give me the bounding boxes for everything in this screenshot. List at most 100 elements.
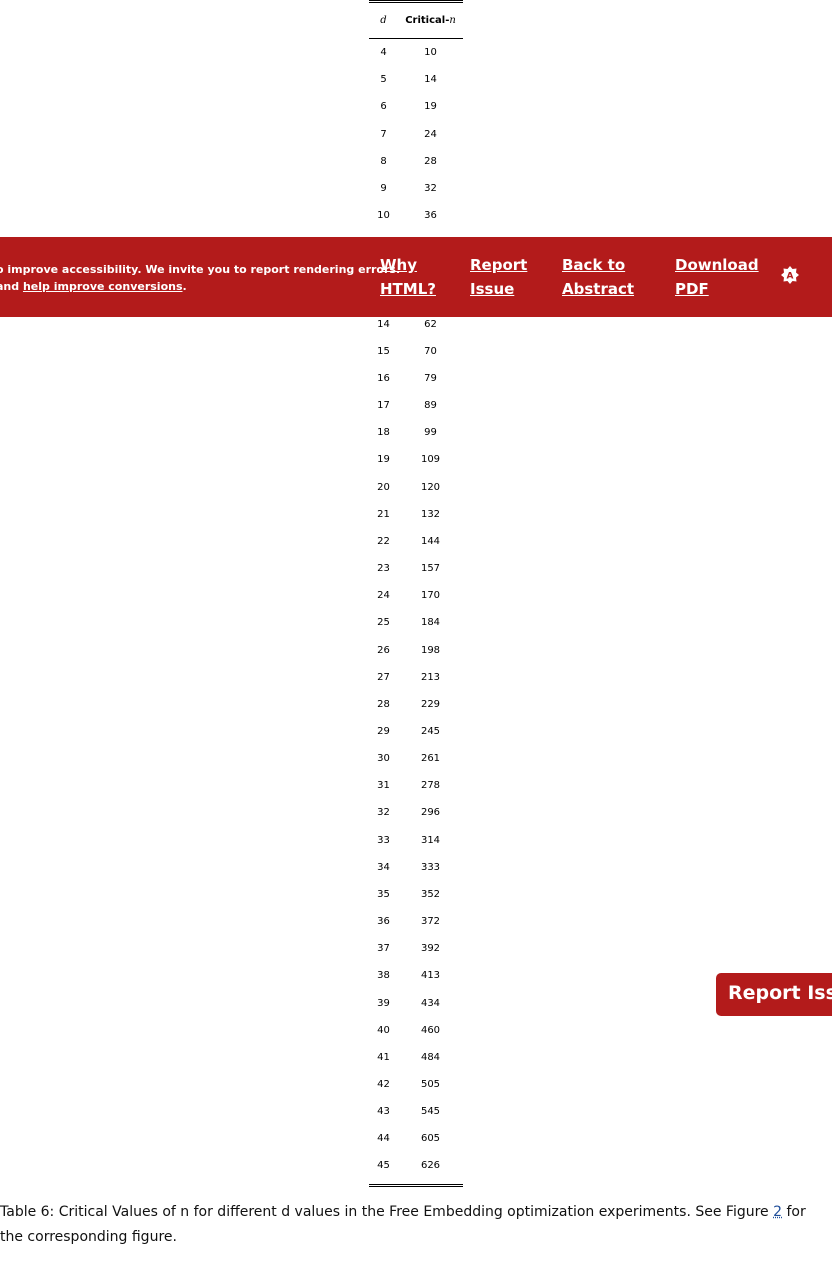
- cell-d: 32: [377, 807, 390, 819]
- cell-critical-n: 484: [420, 1051, 441, 1063]
- cell-critical-n: 352: [420, 888, 441, 900]
- cell-d: 10: [377, 210, 390, 222]
- cell-d: 19: [377, 454, 390, 466]
- help-improve-conversions-link[interactable]: help improve conversions: [23, 280, 183, 293]
- table-row: 6 19: [369, 93, 463, 120]
- cell-critical-n: 333: [420, 861, 441, 873]
- table-row: 43 545: [369, 1098, 463, 1125]
- figure-2-link[interactable]: 2: [773, 1204, 782, 1220]
- cell-critical-n: 79: [424, 372, 437, 384]
- critical-values-table: d Critical-n 410514619724828932103611421…: [369, 0, 463, 1187]
- back-to-abstract-link[interactable]: Back to Abstract: [562, 253, 634, 301]
- cell-d: 37: [377, 943, 390, 955]
- table-row: 16 79: [369, 365, 463, 392]
- cell-d: 20: [377, 481, 390, 493]
- table-row: 25 184: [369, 609, 463, 636]
- table-row: 33 314: [369, 827, 463, 854]
- table-row: 35 352: [369, 881, 463, 908]
- report-issue-link[interactable]: Report Issue: [470, 253, 527, 301]
- cell-d: 34: [377, 861, 390, 873]
- cell-critical-n: 278: [420, 780, 441, 792]
- cell-critical-n: 314: [420, 834, 441, 846]
- why-html-link[interactable]: Why HTML?: [380, 253, 436, 301]
- table-row: 38 413: [369, 962, 463, 989]
- cell-critical-n: 24: [424, 128, 437, 140]
- cell-d: 14: [377, 318, 390, 330]
- cell-d: 16: [377, 372, 390, 384]
- cell-critical-n: 99: [424, 427, 437, 439]
- cell-d: 4: [380, 47, 387, 59]
- table-row: 20 120: [369, 474, 463, 501]
- table-row: 44 605: [369, 1125, 463, 1152]
- cell-d: 29: [377, 725, 390, 737]
- table-row: 41 484: [369, 1044, 463, 1071]
- cell-critical-n: 70: [424, 345, 437, 357]
- cell-critical-n: 372: [420, 916, 441, 928]
- cell-d: 30: [377, 753, 390, 765]
- table-row: 31 278: [369, 772, 463, 799]
- cell-critical-n: 144: [420, 535, 441, 547]
- table-row: 27 213: [369, 664, 463, 691]
- table-row: 45 626: [369, 1152, 463, 1179]
- cell-critical-n: 229: [420, 698, 441, 710]
- table-row: 22 144: [369, 528, 463, 555]
- table-bottom-rule: [369, 1180, 463, 1187]
- table-row: 7 24: [369, 120, 463, 147]
- cell-critical-n: 605: [420, 1133, 441, 1145]
- table-row: 10 36: [369, 202, 463, 229]
- svg-text:A: A: [787, 272, 794, 282]
- cell-critical-n: 198: [420, 644, 441, 656]
- accessibility-banner: o improve accessibility. We invite you t…: [0, 237, 832, 317]
- cell-critical-n: 10: [424, 47, 437, 59]
- cell-critical-n: 460: [420, 1024, 441, 1036]
- cell-d: 41: [377, 1051, 390, 1063]
- table-row: 24 170: [369, 582, 463, 609]
- table-body: 4105146197248289321036114212481355146215…: [369, 39, 463, 1180]
- cell-d: 15: [377, 345, 390, 357]
- cell-d: 33: [377, 834, 390, 846]
- banner-message: o improve accessibility. We invite you t…: [0, 261, 400, 295]
- cell-d: 23: [377, 563, 390, 575]
- table-row: 4 10: [369, 39, 463, 66]
- table-row: 32 296: [369, 799, 463, 826]
- cell-critical-n: 261: [420, 753, 441, 765]
- cell-critical-n: 545: [420, 1106, 441, 1118]
- cell-d: 9: [380, 182, 387, 194]
- cell-critical-n: 184: [420, 617, 441, 629]
- cell-d: 21: [377, 508, 390, 520]
- table-row: 19 109: [369, 446, 463, 473]
- cell-critical-n: 89: [424, 400, 437, 412]
- cell-d: 44: [377, 1133, 390, 1145]
- cell-d: 28: [377, 698, 390, 710]
- cell-d: 17: [377, 400, 390, 412]
- cell-d: 18: [377, 427, 390, 439]
- cell-d: 35: [377, 888, 390, 900]
- cell-critical-n: 434: [420, 997, 441, 1009]
- table-row: 8 28: [369, 148, 463, 175]
- cell-d: 22: [377, 535, 390, 547]
- report-issue-floating-button[interactable]: Report Issue: [716, 973, 832, 1016]
- cell-d: 7: [380, 128, 387, 140]
- cell-d: 24: [377, 590, 390, 602]
- banner-message-line1: o improve accessibility. We invite you t…: [0, 263, 401, 276]
- cell-critical-n: 36: [424, 210, 437, 222]
- table-row: 30 261: [369, 745, 463, 772]
- cell-critical-n: 296: [420, 807, 441, 819]
- download-pdf-link[interactable]: Download PDF: [675, 253, 759, 301]
- cell-d: 25: [377, 617, 390, 629]
- table-row: 15 70: [369, 338, 463, 365]
- banner-message-line2: and help improve conversions.: [0, 280, 187, 293]
- cell-critical-n: 14: [424, 74, 437, 86]
- cell-d: 40: [377, 1024, 390, 1036]
- cell-critical-n: 109: [420, 454, 441, 466]
- cell-d: 5: [380, 74, 387, 86]
- cell-critical-n: 213: [420, 671, 441, 683]
- table-row: 34 333: [369, 854, 463, 881]
- table-row: 29 245: [369, 718, 463, 745]
- table-header: d Critical-n: [369, 3, 463, 39]
- theme-toggle-icon[interactable]: A: [780, 265, 800, 285]
- cell-d: 45: [377, 1160, 390, 1172]
- cell-d: 39: [377, 997, 390, 1009]
- table-row: 17 89: [369, 392, 463, 419]
- table-row: 26 198: [369, 636, 463, 663]
